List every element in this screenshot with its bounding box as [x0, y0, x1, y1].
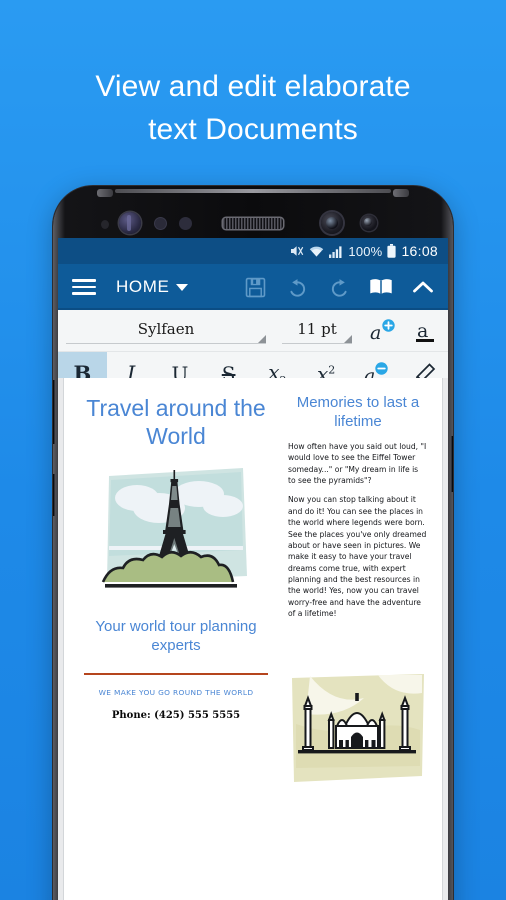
wifi-icon: [309, 245, 324, 258]
cell-signal-icon: [329, 245, 343, 258]
phone-top-speaker-line: [115, 189, 391, 193]
led-indicator-icon: [179, 217, 192, 230]
document-divider-rule: [84, 672, 268, 675]
phone-bezel-nub-right: [393, 189, 409, 197]
document-phone-number: Phone: (425) 555 5555: [111, 709, 241, 721]
document-tagline: Your world tour planning experts: [95, 618, 257, 654]
taj-mahal-illustration[interactable]: [288, 672, 428, 792]
read-mode-button[interactable]: [368, 274, 394, 300]
document-slogan: WE MAKE YOU GO ROUND THE WORLD: [98, 687, 254, 697]
svg-text:a: a: [417, 320, 428, 342]
earpiece-speaker-icon: [223, 218, 283, 229]
front-camera-icon: [321, 212, 343, 234]
document-tagline-block: Your world tour planning experts WE MAKE…: [78, 618, 274, 721]
redo-button[interactable]: [326, 274, 352, 300]
status-clock: 16:08: [401, 243, 438, 259]
document-canvas[interactable]: Travel around the World Your world tour …: [58, 378, 448, 900]
bixby-button[interactable]: [53, 474, 55, 516]
increase-font-size-icon[interactable]: a: [360, 310, 404, 351]
secondary-sensor-icon: [361, 215, 377, 231]
document-paragraph-2: Now you can stop talking about it and do…: [288, 495, 427, 619]
document-sub-heading: Memories to last a lifetime: [296, 394, 420, 430]
status-bar: 100% 16:08: [58, 238, 448, 264]
proximity-sensor-icon: [101, 220, 109, 229]
phone-bezel-nub-left: [97, 189, 113, 197]
phone-sensor-array: [53, 208, 453, 238]
svg-text:a: a: [370, 322, 381, 344]
collapse-toolbar-button[interactable]: [410, 274, 436, 300]
document-left-column: Travel around the World Your world tour …: [78, 394, 274, 792]
font-toolbar: Sylfaen 11 pt a a: [58, 310, 448, 352]
app-toolbar: HOME: [58, 264, 448, 310]
power-button[interactable]: [451, 436, 453, 492]
light-sensor-icon: [155, 218, 166, 229]
mute-icon: [289, 244, 304, 258]
document-columns: Travel around the World Your world tour …: [78, 394, 428, 792]
decrease-font-size-icon[interactable]: a: [404, 310, 448, 351]
font-size-dropdown[interactable]: 11 pt: [274, 310, 360, 351]
document-main-heading: Travel around the World: [86, 395, 266, 450]
document-page[interactable]: Travel around the World Your world tour …: [64, 378, 442, 900]
hamburger-menu-icon[interactable]: [72, 279, 96, 295]
save-button[interactable]: [242, 274, 268, 300]
undo-button[interactable]: [284, 274, 310, 300]
font-size-value: 11 pt: [297, 319, 337, 338]
document-right-column: Memories to last a lifetime How often ha…: [288, 394, 428, 792]
chevron-down-icon: [176, 283, 189, 291]
promo-headline: View and edit elaborate text Documents: [0, 66, 506, 151]
eiffel-tower-illustration[interactable]: [101, 464, 251, 596]
ribbon-tab-selector[interactable]: HOME: [116, 277, 189, 297]
iris-scanner-icon: [119, 212, 141, 234]
document-paragraph-1: How often have you said out loud, "I wou…: [288, 441, 427, 485]
battery-percent-label: 100%: [348, 243, 383, 259]
dropdown-triangle-icon: [258, 335, 266, 343]
font-name-dropdown[interactable]: Sylfaen: [58, 310, 274, 351]
ribbon-tab-label: HOME: [116, 277, 170, 296]
font-size-underline: [282, 343, 352, 344]
volume-button[interactable]: [53, 380, 55, 444]
battery-full-icon: [387, 244, 397, 258]
font-name-underline: [66, 343, 266, 344]
phone-mockup: 100% 16:08 HOME Sylfaen 11 pt a a B I U …: [53, 186, 453, 900]
font-name-value: Sylfaen: [137, 319, 195, 338]
headline-line-2: text Documents: [148, 112, 358, 146]
toolbar-actions: [242, 274, 436, 300]
headline-line-1: View and edit elaborate: [95, 70, 411, 103]
dropdown-triangle-icon: [344, 335, 352, 343]
phone-screen: 100% 16:08 HOME Sylfaen 11 pt a a B I U …: [58, 238, 448, 900]
